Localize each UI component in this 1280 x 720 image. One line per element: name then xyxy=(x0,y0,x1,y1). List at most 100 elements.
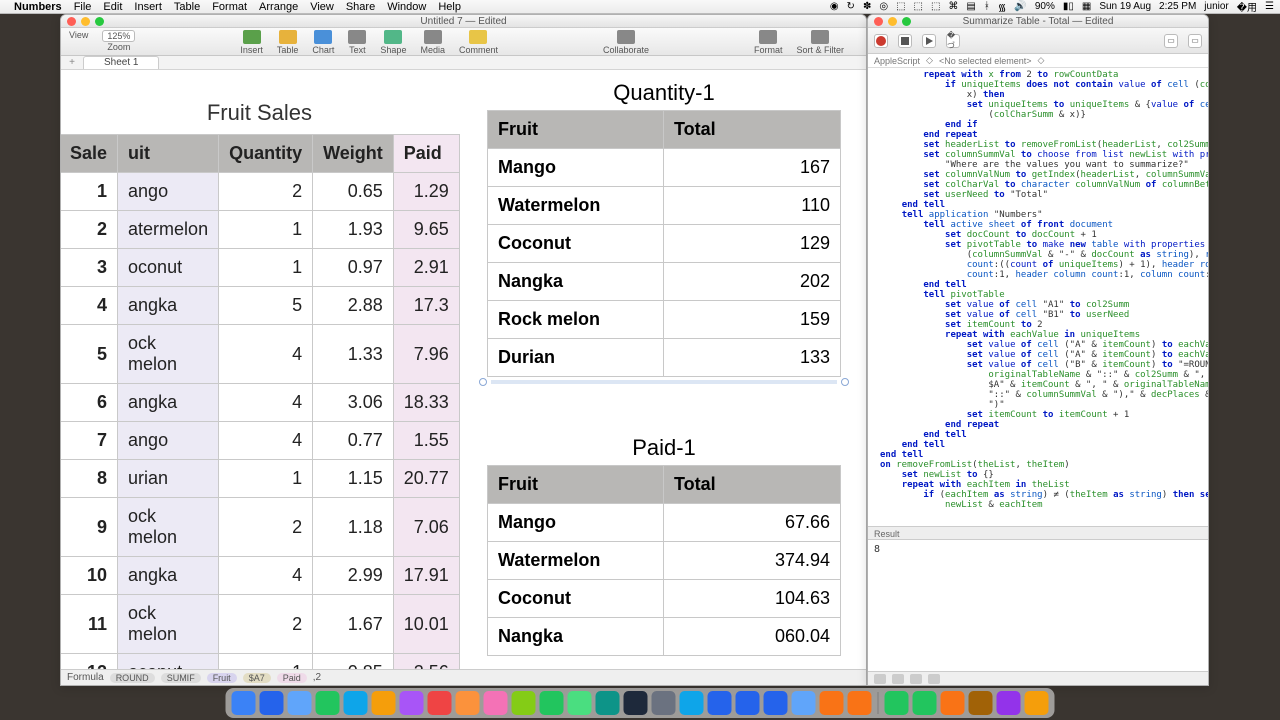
col-sale[interactable]: Sale xyxy=(61,135,118,173)
cell[interactable]: 2.88 xyxy=(313,287,394,325)
table-row[interactable]: Watermelon110 xyxy=(488,187,841,225)
cell[interactable]: 1.33 xyxy=(313,325,394,384)
dock-app[interactable] xyxy=(913,691,937,715)
col-weight[interactable]: Weight xyxy=(313,135,394,173)
cell[interactable]: 10.01 xyxy=(393,595,459,654)
format-icon[interactable] xyxy=(759,30,777,44)
comment-icon[interactable] xyxy=(469,30,487,44)
cell[interactable]: 3.06 xyxy=(313,384,394,422)
numbers-titlebar[interactable]: Untitled 7 — Edited xyxy=(61,15,866,28)
cell[interactable]: 0.85 xyxy=(313,654,394,670)
cell[interactable]: 7 xyxy=(61,422,118,460)
dock-app[interactable] xyxy=(708,691,732,715)
cell[interactable]: 2 xyxy=(61,211,118,249)
cell[interactable]: Nangka xyxy=(488,263,664,301)
dock-app[interactable] xyxy=(316,691,340,715)
cell[interactable]: 1 xyxy=(219,211,313,249)
cell[interactable]: 2.91 xyxy=(393,249,459,287)
cell[interactable]: 12 xyxy=(61,654,118,670)
table-row[interactable]: 10 angka 4 2.99 17.91 xyxy=(61,557,459,595)
cell[interactable]: oconut xyxy=(118,249,219,287)
cell[interactable]: Coconut xyxy=(488,225,664,263)
cell[interactable]: 2.99 xyxy=(313,557,394,595)
dock-app[interactable] xyxy=(764,691,788,715)
cell[interactable]: 159 xyxy=(664,301,841,339)
menubar-time[interactable]: 2:25 PM xyxy=(1159,1,1196,12)
shape-icon[interactable] xyxy=(384,30,402,44)
cell[interactable]: 20.77 xyxy=(393,460,459,498)
cell[interactable]: 9 xyxy=(61,498,118,557)
record-button[interactable] xyxy=(874,34,888,48)
cell[interactable]: Durian xyxy=(488,339,664,377)
zoom-button[interactable] xyxy=(902,17,911,26)
cell[interactable]: 1 xyxy=(219,654,313,670)
cell[interactable]: Rock melon xyxy=(488,301,664,339)
cell[interactable]: ock melon xyxy=(118,595,219,654)
table-row[interactable]: Rock melon159 xyxy=(488,301,841,339)
cell[interactable]: 4 xyxy=(219,325,313,384)
cell[interactable]: 1 xyxy=(61,173,118,211)
battery-icon[interactable]: ▮▯ xyxy=(1063,1,1074,12)
zoom-select[interactable]: 125% xyxy=(102,30,135,42)
footer-icon[interactable] xyxy=(892,674,904,684)
table-icon[interactable] xyxy=(279,30,297,44)
table-row[interactable]: Watermelon374.94 xyxy=(488,542,841,580)
dock-app[interactable] xyxy=(428,691,452,715)
status-icon[interactable]: ⌘ xyxy=(948,1,958,12)
status-icon[interactable]: ▤ xyxy=(966,1,975,12)
cell[interactable]: Coconut xyxy=(488,580,664,618)
dock-app[interactable] xyxy=(1025,691,1049,715)
cell[interactable]: 1.15 xyxy=(313,460,394,498)
dock-app[interactable] xyxy=(820,691,844,715)
dock-app[interactable] xyxy=(848,691,872,715)
cell[interactable]: 5 xyxy=(61,325,118,384)
table-row[interactable]: Mango167 xyxy=(488,149,841,187)
col-paid[interactable]: Paid xyxy=(393,135,459,173)
minimize-button[interactable] xyxy=(81,17,90,26)
footer-icon[interactable] xyxy=(928,674,940,684)
cell[interactable]: Watermelon xyxy=(488,187,664,225)
cell[interactable]: 2.56 xyxy=(393,654,459,670)
table-row[interactable]: Durian133 xyxy=(488,339,841,377)
dock-app[interactable] xyxy=(941,691,965,715)
cell[interactable]: angka xyxy=(118,287,219,325)
dock-app[interactable] xyxy=(885,691,909,715)
cell[interactable]: ango xyxy=(118,173,219,211)
menu-view[interactable]: View xyxy=(310,1,334,13)
menubar-user[interactable]: junior xyxy=(1204,1,1228,12)
cell[interactable]: Nangka xyxy=(488,618,664,656)
cell[interactable]: 060.04 xyxy=(664,618,841,656)
cell[interactable]: 104.63 xyxy=(664,580,841,618)
dock-app[interactable] xyxy=(624,691,648,715)
cell[interactable]: 2 xyxy=(219,498,313,557)
cell[interactable]: 4 xyxy=(219,422,313,460)
cell[interactable]: 7.06 xyxy=(393,498,459,557)
cell[interactable]: 1.18 xyxy=(313,498,394,557)
table-row[interactable]: Coconut129 xyxy=(488,225,841,263)
cell[interactable]: 1 xyxy=(219,460,313,498)
status-icon[interactable]: ⬚ xyxy=(931,1,940,12)
dock-app[interactable] xyxy=(792,691,816,715)
table-paid[interactable]: Fruit Total Mango67.66Watermelon374.94Co… xyxy=(487,465,841,656)
text-icon[interactable] xyxy=(348,30,366,44)
table-row[interactable]: 7 ango 4 0.77 1.55 xyxy=(61,422,459,460)
cell[interactable]: angka xyxy=(118,557,219,595)
dock-app[interactable] xyxy=(997,691,1021,715)
sheet-tab[interactable]: Sheet 1 xyxy=(83,56,159,69)
dock-app[interactable] xyxy=(372,691,396,715)
table-handle[interactable] xyxy=(841,378,849,386)
menu-edit[interactable]: Edit xyxy=(103,1,122,13)
dock-app[interactable] xyxy=(540,691,564,715)
minimize-button[interactable] xyxy=(888,17,897,26)
collaborate-icon[interactable] xyxy=(617,30,635,44)
cell[interactable]: 1 xyxy=(219,249,313,287)
table-quantity[interactable]: Fruit Total Mango167Watermelon110Coconut… xyxy=(487,110,841,377)
status-icon[interactable]: ↻ xyxy=(847,1,855,12)
stop-button[interactable] xyxy=(898,34,912,48)
dock-app[interactable] xyxy=(680,691,704,715)
table-row[interactable]: 9 ock melon 2 1.18 7.06 xyxy=(61,498,459,557)
dock-app[interactable] xyxy=(596,691,620,715)
cell[interactable]: Mango xyxy=(488,149,664,187)
formula-bar[interactable]: Formula ROUND SUMIF Fruit $A7 Paid ,2 xyxy=(61,669,866,685)
sortfilter-icon[interactable] xyxy=(811,30,829,44)
